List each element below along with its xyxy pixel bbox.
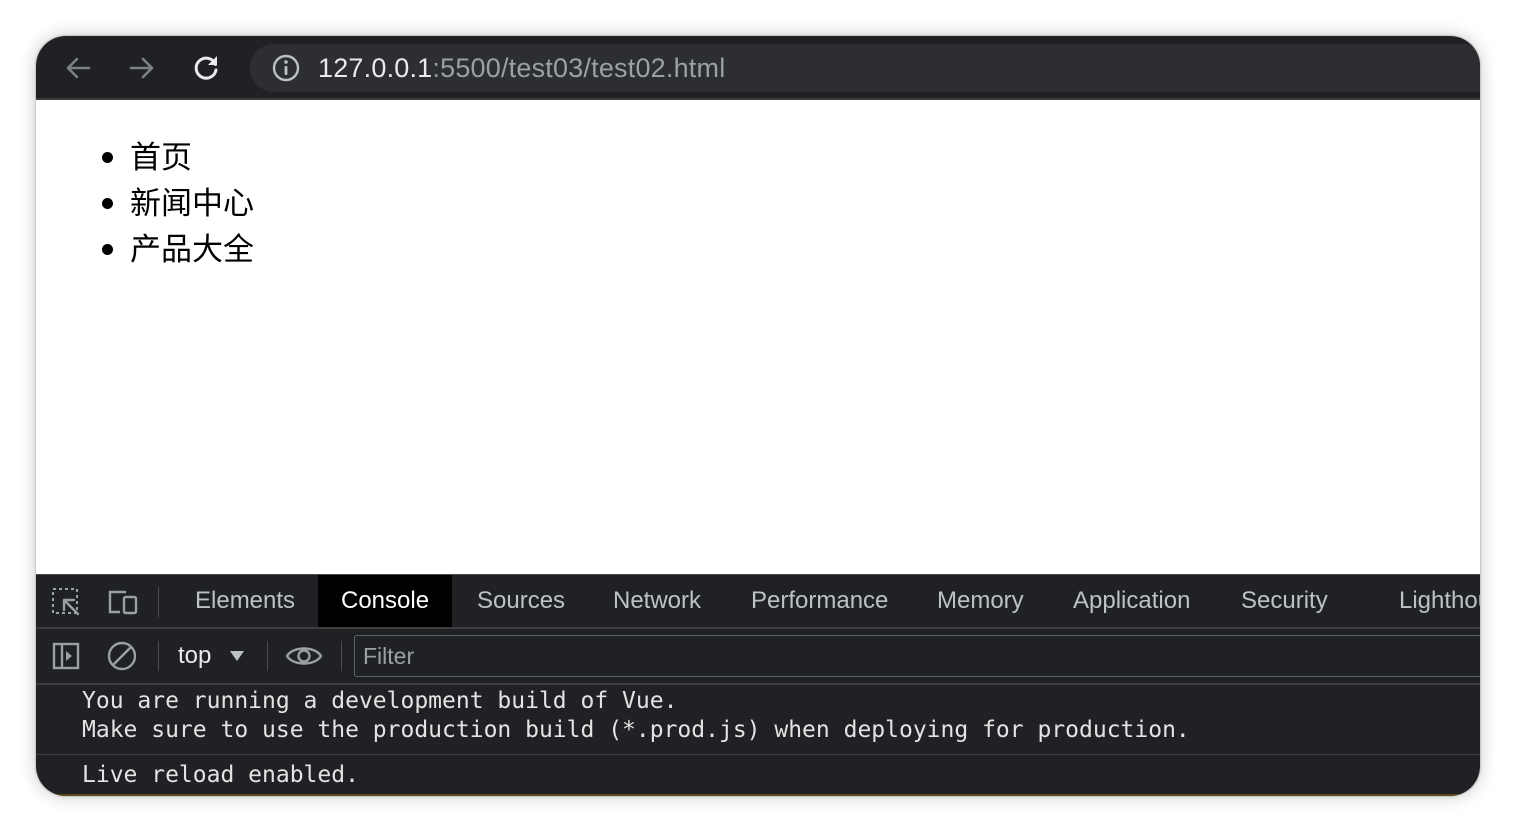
list-item: 首页 [100,135,254,181]
bullet-icon [102,152,113,163]
tab-memory[interactable]: Memory [937,575,1024,627]
browser-window: 127.0.0.1:5500/test03/test02.html 首页 新闻中… [36,36,1480,796]
inspect-element-button[interactable] [49,586,83,618]
devtools-panel: Elements Console Sources Network Perform… [36,574,1480,796]
inspect-icon [52,588,80,616]
console-message: You are running a development build of V… [36,685,1480,755]
list-item-text: 新闻中心 [130,186,254,221]
console-toolbar: top [36,629,1480,685]
chevron-down-icon[interactable] [230,651,244,661]
bullet-icon [102,198,113,209]
reload-icon [194,56,218,80]
toolbar-divider [158,641,159,671]
tab-performance[interactable]: Performance [751,575,888,627]
tab-sources[interactable]: Sources [477,575,565,627]
device-toolbar-button[interactable] [106,586,140,618]
sidebar-toggle-icon [52,642,80,670]
console-message: Live reload enabled. [82,762,359,788]
page-viewport: 首页 新闻中心 产品大全 [36,100,1480,574]
tab-lighthouse[interactable]: Lighthouse [1399,575,1480,627]
show-sidebar-button[interactable] [49,639,83,673]
url-text[interactable]: 127.0.0.1:5500/test03/test02.html [318,53,725,84]
filter-input[interactable] [354,635,1480,677]
list-item-text: 首页 [130,140,192,175]
toolbar-divider [267,641,268,671]
address-bar[interactable]: 127.0.0.1:5500/test03/test02.html [250,44,1480,92]
arrow-left-icon [66,57,91,79]
info-icon [272,54,300,82]
toolbar-divider [341,641,342,671]
nav-list: 首页 新闻中心 产品大全 [100,135,254,273]
tab-console[interactable]: Console [318,575,453,627]
context-selector[interactable]: top [178,639,211,673]
console-messages: You are running a development build of V… [36,685,1480,790]
list-item: 新闻中心 [100,181,254,227]
bullet-icon [102,244,113,255]
live-expression-button[interactable] [284,639,324,673]
forward-button[interactable] [122,48,162,88]
tab-elements[interactable]: Elements [195,575,295,627]
list-item: 产品大全 [100,227,254,273]
clear-console-button[interactable] [105,639,139,673]
tab-security[interactable]: Security [1241,575,1328,627]
console-bottom-border [36,794,1480,796]
url-host: 127.0.0.1 [318,52,433,83]
reload-button[interactable] [186,48,226,88]
back-button[interactable] [58,48,98,88]
device-icon [108,590,138,615]
arrow-right-icon [129,57,154,79]
toolbar-divider [158,587,159,617]
block-icon [107,641,137,671]
browser-toolbar: 127.0.0.1:5500/test03/test02.html [36,36,1480,100]
tab-application[interactable]: Application [1073,575,1190,627]
list-item-text: 产品大全 [130,232,254,267]
eye-icon [285,647,323,665]
url-path: :5500/test03/test02.html [432,52,726,83]
tab-network[interactable]: Network [613,575,701,627]
devtools-tabbar: Elements Console Sources Network Perform… [36,575,1480,629]
site-info-button[interactable] [270,52,302,84]
